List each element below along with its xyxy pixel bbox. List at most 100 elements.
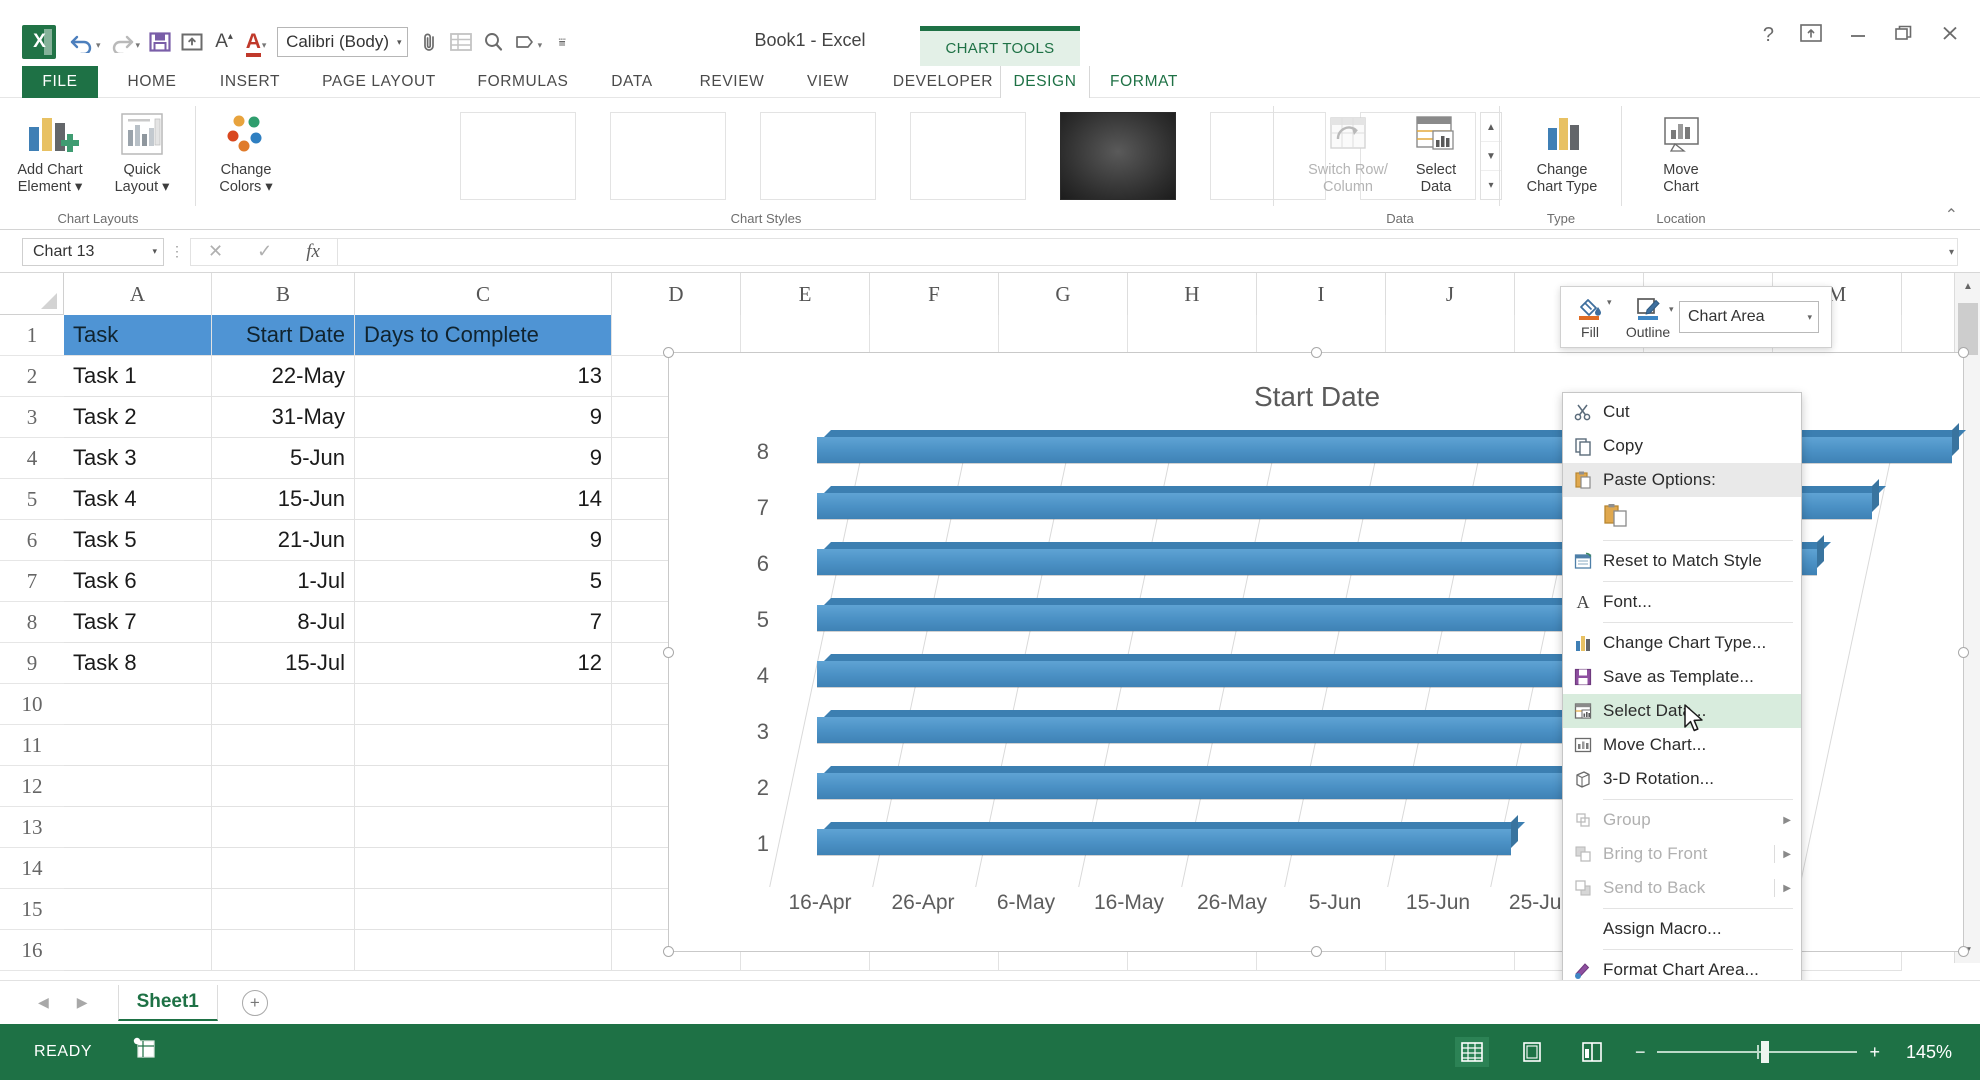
cancel-entry-button[interactable]: ✕ — [208, 241, 223, 262]
table-cell[interactable] — [212, 684, 355, 725]
cell-a7[interactable]: Task 6 — [64, 561, 212, 602]
page-layout-view-icon[interactable] — [1515, 1037, 1549, 1067]
table-cell[interactable] — [1128, 315, 1257, 356]
tab-review[interactable]: REVIEW — [680, 66, 784, 98]
chart-handle-se[interactable] — [1958, 946, 1969, 957]
cell-a6[interactable]: Task 5 — [64, 520, 212, 561]
close-button[interactable] — [1940, 24, 1960, 46]
context-menu-item-move-chart[interactable]: Move Chart... — [1563, 728, 1801, 762]
chart-style-thumb-4[interactable] — [910, 112, 1026, 200]
table-cell[interactable] — [355, 684, 612, 725]
zoom-slider-thumb[interactable] — [1761, 1041, 1770, 1063]
formula-input[interactable] — [338, 237, 1958, 266]
cell-b2[interactable]: 22-May — [212, 356, 355, 397]
tab-format[interactable]: FORMAT — [1094, 66, 1194, 98]
chart-context-menu[interactable]: Cut Copy Paste Options: Reset to Match S — [1562, 392, 1802, 1032]
tab-developer[interactable]: DEVELOPER — [872, 66, 1014, 98]
customize-qat-button[interactable]: ⩸ — [547, 24, 577, 60]
outline-button[interactable]: Outline ▾ — [1619, 294, 1677, 340]
z00m-control[interactable]: − + 145% — [1635, 1041, 1952, 1063]
cell-b9[interactable]: 15-Jul — [212, 643, 355, 684]
table-cell[interactable] — [64, 889, 212, 930]
cell-c4[interactable]: 9 — [355, 438, 612, 479]
ribbon-display-options-icon[interactable] — [1800, 24, 1822, 46]
record-macro-icon[interactable] — [132, 1037, 158, 1067]
chart-style-thumb-3[interactable] — [760, 112, 876, 200]
table-cell[interactable] — [64, 848, 212, 889]
print-area-button[interactable] — [478, 24, 508, 60]
table-cell[interactable] — [355, 807, 612, 848]
quick-layout-button[interactable]: Quick Layout ▾ — [96, 106, 188, 196]
cell-b5[interactable]: 15-Jun — [212, 479, 355, 520]
chart-handle-e[interactable] — [1958, 647, 1969, 658]
context-menu-item-assign-macro[interactable]: Assign Macro... — [1563, 912, 1801, 946]
cell-c3[interactable]: 9 — [355, 397, 612, 438]
context-menu-item-select-data[interactable]: Select Data... — [1563, 694, 1801, 728]
row-header-6[interactable]: 6 — [0, 520, 64, 561]
normal-view-icon[interactable] — [1454, 1037, 1489, 1067]
tab-home[interactable]: HOME — [110, 66, 194, 98]
chart-handle-nw[interactable] — [663, 347, 674, 358]
table-cell[interactable] — [212, 889, 355, 930]
cell-c7[interactable]: 5 — [355, 561, 612, 602]
table-cell[interactable] — [355, 725, 612, 766]
chart-element-selector-caret-icon[interactable]: ▾ — [1807, 312, 1812, 323]
tab-data[interactable]: DATA — [594, 66, 670, 98]
chart-style-thumb-5[interactable] — [1060, 112, 1176, 200]
outline-caret-icon[interactable]: ▾ — [1669, 304, 1674, 315]
cell-a3[interactable]: Task 2 — [64, 397, 212, 438]
sheet-prev-icon[interactable]: ◀ — [38, 994, 49, 1011]
tab-design[interactable]: DESIGN — [1000, 66, 1090, 98]
cell-b1[interactable]: Start Date — [212, 315, 355, 356]
scroll-up-icon[interactable]: ▲ — [1955, 273, 1980, 299]
cell-a9[interactable]: Task 8 — [64, 643, 212, 684]
column-header-d[interactable]: D — [612, 273, 741, 315]
cell-c9[interactable]: 12 — [355, 643, 612, 684]
cell-c2[interactable]: 13 — [355, 356, 612, 397]
font-name-box[interactable]: Calibri (Body) ▾ — [277, 27, 408, 57]
table-cell[interactable] — [355, 930, 612, 971]
print-preview-button[interactable] — [177, 24, 207, 60]
attach-button[interactable] — [414, 24, 444, 60]
row-header-2[interactable]: 2 — [0, 356, 64, 397]
move-chart-button[interactable]: Move Chart — [1634, 106, 1728, 196]
table-cell[interactable] — [355, 766, 612, 807]
undo-button[interactable]: ▾ — [66, 24, 104, 60]
column-header-f[interactable]: F — [870, 273, 999, 315]
context-menu-item-reset-to-match-style[interactable]: Reset to Match Style — [1563, 544, 1801, 578]
table-cell[interactable] — [64, 807, 212, 848]
zoom-out-button[interactable]: − — [1635, 1042, 1646, 1063]
insert-function-button[interactable]: fx — [306, 241, 320, 263]
expand-formula-bar-icon[interactable]: ▾ — [1949, 247, 1954, 258]
cell-c1[interactable]: Days to Complete — [355, 315, 612, 356]
chart-handle-w[interactable] — [663, 647, 674, 658]
paste-thumb-icon[interactable] — [1603, 502, 1633, 533]
table-cell[interactable] — [355, 848, 612, 889]
name-box[interactable]: Chart 13 ▾ — [22, 237, 164, 266]
cell-b7[interactable]: 1-Jul — [212, 561, 355, 602]
table-cell[interactable] — [212, 930, 355, 971]
chart-element-selector[interactable]: Chart Area ▾ — [1679, 301, 1819, 333]
table-cell[interactable] — [64, 684, 212, 725]
name-box-caret-icon[interactable]: ▾ — [152, 246, 157, 257]
shapes-caret-icon[interactable]: ▾ — [538, 33, 543, 51]
save-button[interactable] — [145, 24, 175, 60]
mini-toolbar[interactable]: Fill ▾ Outline ▾ Chart Area ▾ — [1560, 286, 1832, 348]
row-header-1[interactable]: 1 — [0, 315, 64, 356]
formula-bar-resize-handle[interactable]: ⋮ — [164, 243, 190, 260]
chart-bar-3[interactable] — [817, 703, 1625, 743]
cell-a8[interactable]: Task 7 — [64, 602, 212, 643]
cell-c5[interactable]: 14 — [355, 479, 612, 520]
column-header-e[interactable]: E — [741, 273, 870, 315]
tab-file[interactable]: FILE — [22, 66, 98, 98]
font-color-caret-icon[interactable]: ▾ — [262, 33, 267, 51]
chart-bar-2[interactable] — [817, 759, 1588, 799]
column-header-b[interactable]: B — [212, 273, 355, 315]
help-button[interactable]: ? — [1763, 25, 1774, 45]
fill-button[interactable]: Fill ▾ — [1561, 294, 1619, 340]
grow-font-button[interactable]: A ▴ — [209, 24, 239, 60]
cell-a4[interactable]: Task 3 — [64, 438, 212, 479]
context-menu-item-font[interactable]: A Font... — [1563, 585, 1801, 619]
column-header-g[interactable]: G — [999, 273, 1128, 315]
row-header-12[interactable]: 12 — [0, 766, 64, 807]
